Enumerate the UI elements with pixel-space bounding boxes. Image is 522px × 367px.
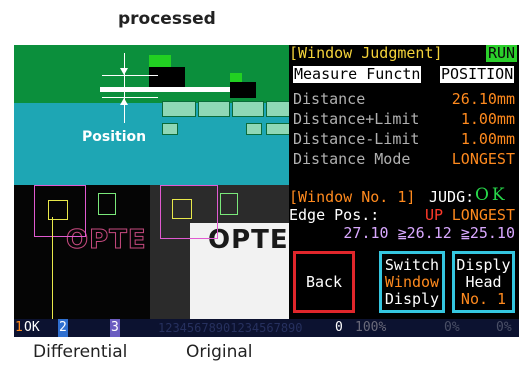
back-button[interactable]: Back [293, 251, 355, 313]
switch-line-2: Window [384, 273, 440, 291]
channel-sequence: 12345678901234567890 [158, 321, 303, 335]
position-marker-bottom [102, 97, 158, 98]
distance-label: Distance [293, 90, 366, 108]
edge-direction: UP [425, 206, 444, 224]
edge-block [149, 55, 171, 67]
processed-image-view: Position [14, 45, 289, 185]
arrow-down-icon [120, 68, 128, 75]
switch-window-display-button[interactable]: Switch Window Disply [379, 251, 445, 313]
head-line-3: No. 1 [460, 290, 507, 308]
differential-image-view: OPTE [14, 185, 150, 319]
edge-values: 27.10 ≧26.12 ≧25.10 [343, 224, 515, 242]
window-3-index: 3 [110, 319, 120, 337]
measure-function-label[interactable]: Measure Functn [293, 66, 422, 83]
processed-caption: processed [118, 9, 216, 29]
arrow-up-icon [120, 98, 128, 105]
head-line-2: Head [465, 273, 502, 291]
position-marker-top [102, 75, 158, 76]
distance-plus-limit-label: Distance+Limit [293, 110, 420, 128]
edge-pos-label: Edge Pos.: [289, 206, 380, 224]
edge-mode: LONGEST [451, 206, 515, 224]
percent-3: 0% [496, 320, 512, 335]
distance-minus-limit-label: Distance-Limit [293, 130, 420, 148]
head-line-1: Disply [456, 256, 511, 274]
percent-1: 100% [355, 320, 387, 335]
sensor-screen: Position OPTE OPTE [Window Judgment] RUN… [14, 45, 519, 337]
window-number: [Window No. 1] [289, 188, 416, 206]
window-1-index: 1 [15, 320, 23, 335]
switch-line-1: Switch [384, 256, 440, 274]
distance-mode-label: Distance Mode [293, 150, 411, 168]
window-box [172, 199, 192, 219]
judgment-value: OK [475, 185, 508, 205]
run-badge: RUN [486, 45, 518, 62]
window-2-index: 2 [58, 319, 68, 337]
distance-plus-limit-value: 1.00mm [460, 110, 515, 128]
edge-block [149, 67, 185, 87]
window-box [98, 193, 116, 215]
distance-value: 26.10mm [451, 90, 515, 108]
distance-mode-value: LONGEST [451, 150, 515, 168]
edge-line [52, 217, 53, 319]
distance-minus-limit-value: 1.00mm [460, 130, 515, 148]
judgment-label: JUDG: [429, 188, 475, 206]
original-image-view: OPTE [150, 185, 289, 319]
panel-title: [Window Judgment] [289, 45, 443, 62]
position-label: Position [82, 129, 147, 145]
status-strip: 1 OK 2 3 12345678901234567890 0 100% 0% … [14, 319, 519, 337]
white-band [100, 87, 250, 92]
differential-caption: Differential [33, 342, 128, 362]
original-logo: OPTE [208, 225, 289, 255]
judgment-panel: [Window Judgment] RUN Measure Functn POS… [289, 45, 519, 319]
edge-block [230, 73, 242, 82]
window-1-status: OK [24, 320, 40, 335]
edge-block [230, 82, 256, 98]
back-button-label: Back [305, 273, 343, 291]
measure-function-value[interactable]: POSITION [440, 66, 515, 83]
percent-2: 0% [444, 320, 460, 335]
original-caption: Original [186, 342, 253, 362]
count-value: 0 [335, 320, 343, 335]
window-box [220, 193, 238, 215]
position-marker-stem [124, 53, 125, 123]
window-box [48, 200, 68, 220]
switch-line-3: Disply [384, 290, 440, 308]
display-head-button[interactable]: Disply Head No. 1 [452, 251, 515, 313]
